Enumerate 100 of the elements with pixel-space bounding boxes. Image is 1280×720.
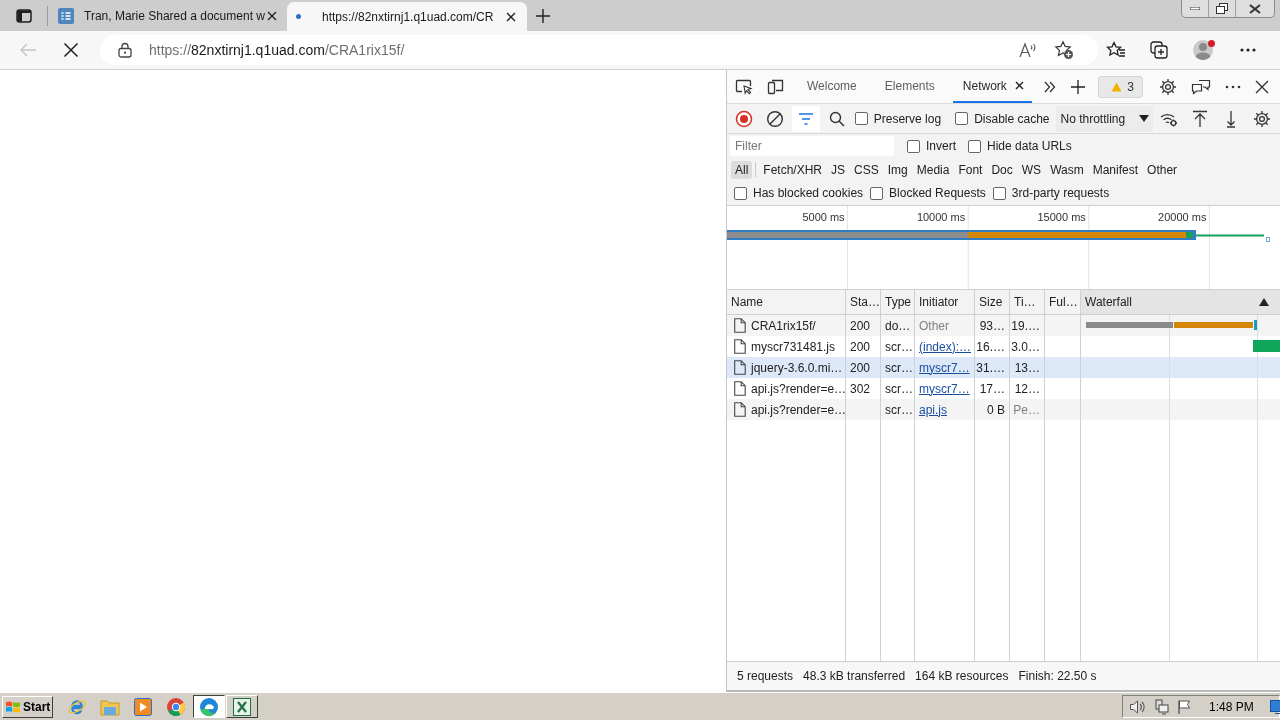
checkbox-label[interactable]: Has blocked cookies	[753, 186, 864, 200]
start-button[interactable]: Start	[2, 695, 54, 718]
checkbox[interactable]	[955, 112, 969, 125]
more-options-icon[interactable]	[1240, 48, 1256, 52]
browser-tab[interactable]: Tran, Marie Shared a document w	[48, 0, 286, 31]
resource-type-filter[interactable]: CSS	[850, 160, 883, 179]
checkbox-label[interactable]: Disable cache	[974, 111, 1050, 126]
column-header[interactable]: Name	[727, 290, 846, 314]
initiator-link[interactable]: myscr7…	[919, 360, 970, 375]
filter-button[interactable]	[792, 105, 820, 132]
resource-type-filter[interactable]: Wasm	[1046, 160, 1088, 179]
time-tick-label: 15000 ms	[1036, 211, 1086, 223]
address-field[interactable]: https://82nxtirnj1.q1uad.com/CRA1rix15f/	[100, 35, 1098, 65]
speaker-icon[interactable]	[1129, 698, 1145, 715]
request-row[interactable]: CRA1rix15f/ 200 do… Other 93… 19.…	[727, 315, 1280, 336]
upload-arrow-icon[interactable]	[1192, 109, 1208, 128]
star-plus-icon[interactable]	[1054, 40, 1074, 60]
search-icon[interactable]	[829, 110, 846, 127]
resource-type-filter[interactable]: Img	[883, 160, 912, 179]
devices-icon[interactable]	[767, 77, 785, 96]
response-size: 31.…	[976, 360, 1005, 375]
throttling-select[interactable]: No throttling	[1055, 105, 1154, 132]
close-icon[interactable]	[506, 11, 516, 22]
file-icon	[734, 402, 746, 417]
checkbox-label[interactable]: Hide data URLs	[987, 139, 1072, 153]
resource-type-filter[interactable]: Doc	[987, 160, 1017, 179]
url-text[interactable]: https://82nxtirnj1.q1uad.com/CRA1rix15f/	[149, 42, 405, 58]
initiator-link[interactable]: (index):…	[919, 339, 971, 354]
more-options-icon[interactable]	[1225, 84, 1241, 89]
resource-type: scr…	[885, 402, 913, 417]
close-icon	[1249, 3, 1261, 14]
padlock-icon[interactable]	[118, 42, 132, 58]
checkbox-label[interactable]: Blocked Requests	[889, 186, 986, 200]
column-header[interactable]: Ti…	[1010, 290, 1045, 314]
swirl-icon	[199, 696, 220, 717]
checkbox-label[interactable]: Invert	[926, 139, 956, 153]
devtools-tab[interactable]: Welcome	[797, 70, 867, 103]
settings-icon[interactable]	[1253, 109, 1272, 128]
issues-badge[interactable]: 3	[1098, 75, 1143, 98]
resource-type-filter[interactable]: Manifest	[1088, 160, 1143, 179]
resource-type-filter[interactable]: Media	[912, 160, 954, 179]
close-icon[interactable]	[267, 10, 277, 21]
settings-icon[interactable]	[1159, 77, 1177, 96]
time-tick-label: 10000 ms	[915, 211, 966, 223]
request-row[interactable]: api.js?render=e… scr… api.js 0 B Pe…	[727, 399, 1280, 420]
checkbox-label[interactable]: 3rd-party requests	[1011, 186, 1110, 200]
profile-avatar-icon[interactable]	[1192, 39, 1216, 61]
double-chevron-icon[interactable]	[1043, 80, 1056, 93]
request-name[interactable]: api.js?render=e…	[751, 381, 847, 396]
checkbox[interactable]	[870, 186, 884, 200]
plus-icon[interactable]	[1069, 78, 1086, 95]
plus-icon[interactable]	[535, 8, 551, 24]
flag-icon[interactable]	[1177, 698, 1191, 715]
initiator-link[interactable]: myscr7…	[919, 381, 970, 396]
star-list-icon[interactable]	[1106, 41, 1126, 59]
record-icon[interactable]	[734, 109, 753, 128]
request-name[interactable]: CRA1rix15f/	[751, 318, 816, 333]
checkbox[interactable]	[734, 186, 747, 200]
resource-type-filter[interactable]: Other	[1143, 160, 1182, 179]
read-aloud-icon[interactable]	[1019, 42, 1037, 58]
taskbar-app-button[interactable]	[193, 695, 226, 718]
checkbox[interactable]	[968, 139, 981, 153]
close-icon[interactable]	[1255, 79, 1269, 94]
request-time: 19.…	[1011, 318, 1040, 333]
stop-icon[interactable]	[63, 42, 79, 58]
clear-icon[interactable]	[765, 109, 784, 128]
timeline-tail-line	[1196, 234, 1264, 237]
request-name[interactable]: api.js?render=e…	[751, 402, 847, 417]
monitor-icon[interactable]	[1269, 699, 1280, 714]
clock-text[interactable]: 1:48 PM	[1209, 699, 1254, 714]
network-computer-icon[interactable]	[1153, 698, 1169, 715]
checkbox[interactable]	[992, 186, 1006, 200]
time-tick-label: 20000 ms	[1157, 211, 1207, 223]
browser-tab[interactable]: https://82nxtirnj1.q1uad.com/CR	[287, 2, 527, 31]
request-row[interactable]: jquery-3.6.0.mi… 200 scr… myscr7… 31.… 13…	[727, 357, 1280, 378]
panel-layout-icon[interactable]	[15, 7, 32, 24]
column-header[interactable]: Initiator	[915, 290, 975, 314]
play-icon	[134, 697, 153, 716]
column-header[interactable]: Size	[975, 290, 1010, 314]
resource-type-filter[interactable]: All	[731, 160, 753, 179]
resource-type-filter[interactable]: Font	[954, 160, 987, 179]
download-arrow-icon[interactable]	[1226, 109, 1237, 128]
checkbox-label[interactable]: Preserve log	[873, 111, 942, 126]
checkbox[interactable]	[854, 112, 868, 125]
resource-type-filter[interactable]: WS	[1017, 160, 1046, 179]
devtools-tab[interactable]: Elements	[874, 70, 945, 103]
resource-type-filter[interactable]: JS	[827, 160, 850, 179]
column-header[interactable]: Waterfall	[1081, 290, 1280, 314]
column-header[interactable]: Type	[881, 290, 915, 314]
checkbox[interactable]	[907, 139, 920, 153]
initiator-link[interactable]: api.js	[919, 402, 947, 417]
resource-type-filter[interactable]: Fetch/XHR	[759, 160, 827, 179]
filter-input-field[interactable]: Filter	[730, 136, 894, 156]
column-header[interactable]: Sta…	[846, 290, 881, 314]
request-name[interactable]: jquery-3.6.0.mi…	[751, 360, 843, 375]
close-icon[interactable]	[1014, 81, 1024, 90]
stacked-squares-plus-icon[interactable]	[1150, 41, 1168, 59]
request-name[interactable]: myscr731481.js	[751, 339, 836, 354]
speech-bubbles-icon[interactable]	[1191, 78, 1211, 95]
inspect-element-icon[interactable]	[735, 78, 753, 95]
